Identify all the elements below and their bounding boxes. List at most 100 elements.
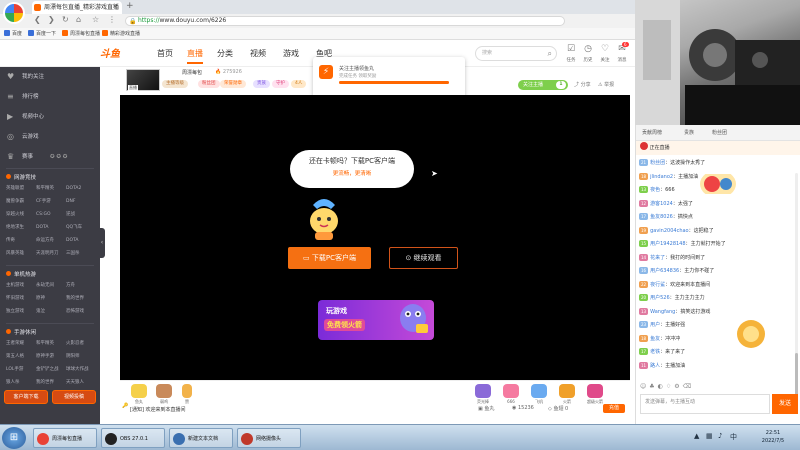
settings-icon[interactable]: ⚙ <box>674 383 682 390</box>
room-pill[interactable]: 守护 <box>272 80 289 88</box>
history-icon[interactable]: ◷ <box>581 44 595 54</box>
tab-fans[interactable]: 粉丝团 <box>712 129 727 136</box>
close-tab-icon[interactable]: × <box>112 2 118 10</box>
chat-message[interactable]: 17 老铁：来了来了 <box>639 348 770 356</box>
sidebar-game-link[interactable]: 鬼泣 <box>36 306 66 317</box>
sidebar-game-link[interactable]: 命运方舟 <box>36 235 66 246</box>
sidebar-game-link[interactable]: 永劫无间 <box>36 280 66 291</box>
sidebar-game-link[interactable]: 我的世界 <box>36 377 66 388</box>
sidebar-game-link[interactable]: 第五人格 <box>6 351 36 362</box>
nav-live[interactable]: 直播 <box>187 48 203 64</box>
chat-message[interactable]: 21 粉丝团：这波操作太秀了 <box>639 159 770 167</box>
color-icon[interactable]: ◐ <box>658 383 666 390</box>
gift-item[interactable]: 弱鸡 <box>153 384 175 408</box>
report-button[interactable]: ⚠ 举报 <box>598 81 614 88</box>
bookmark-item[interactable]: 百度 <box>4 30 22 37</box>
tab-noble[interactable]: 贵族 <box>684 129 694 136</box>
back-icon[interactable]: ❮ <box>34 15 41 24</box>
sidebar-game-link[interactable]: 和平精英 <box>36 338 66 349</box>
address-bar[interactable]: 🔒 https://www.douyu.com/6226 <box>125 16 565 26</box>
sidebar-game-link[interactable]: 和平精英 <box>36 183 66 194</box>
taskbar-item[interactable]: 周漂每包直播 <box>33 428 97 448</box>
sidebar-game-link[interactable]: DOTA <box>66 235 96 246</box>
tab-weekly-rank[interactable]: 贡献周榜 <box>642 129 662 136</box>
game-promo-banner[interactable]: 玩游戏 免费领火箭 <box>318 300 434 340</box>
more-icon[interactable]: ⋮ <box>108 15 116 24</box>
room-pill[interactable]: 贵族 <box>253 80 270 88</box>
sidebar-game-link[interactable]: 恐怖游戏 <box>66 306 96 317</box>
gift-item[interactable]: 赞 <box>176 384 198 408</box>
search-icon[interactable]: ⌕ <box>548 47 552 60</box>
sidebar-game-link[interactable]: 王者荣耀 <box>6 338 36 349</box>
sidebar-game-link[interactable]: 火影忍者 <box>66 338 96 349</box>
sidebar-game-link[interactable]: 阴阳师 <box>66 351 96 362</box>
browser-logo-icon[interactable] <box>3 2 25 24</box>
sidebar-game-link[interactable]: QQ飞车 <box>66 222 96 233</box>
sidebar-game-link[interactable]: 原神 <box>36 293 66 304</box>
gift-item[interactable]: 鱼丸 <box>128 384 150 408</box>
chat-message[interactable]: 14 花来了：我打的时间到了 <box>639 253 770 262</box>
sidebar-game-link[interactable]: 主机游戏 <box>6 280 36 291</box>
sidebar-game-link[interactable]: CS:GO <box>36 209 66 220</box>
chat-message[interactable]: 11 路人：主播加油 <box>639 361 770 370</box>
sidebar-section-single[interactable]: 单机热游 <box>6 270 36 278</box>
sidebar-section-online[interactable]: 网游竞技 <box>6 173 36 181</box>
chat-nickname[interactable]: 用户 <box>650 322 660 328</box>
chat-nickname[interactable]: 粉丝团 <box>650 160 665 166</box>
sidebar-item-cloudgame[interactable]: ◎ 云游戏 <box>0 129 100 145</box>
sidebar-game-link[interactable]: 球球大作战 <box>66 364 96 375</box>
chat-nickname[interactable]: 夜行鲨 <box>650 282 665 288</box>
chat-message[interactable]: 13 Wangfang：搞笑这打游戏 <box>639 307 770 316</box>
chat-nickname[interactable]: 路人 <box>650 363 660 369</box>
sidebar-game-link[interactable]: 传奇 <box>6 235 36 246</box>
system-clock[interactable]: 22:51 2022/7/5 <box>748 429 798 445</box>
sidebar-game-link[interactable]: 穿越火线 <box>6 209 36 220</box>
task-icon[interactable]: ☑ <box>564 44 578 54</box>
room-pill[interactable]: 荣誉勋章 <box>220 80 246 88</box>
home-icon[interactable]: ⌂ <box>76 15 81 24</box>
chat-nickname[interactable]: jlindano2 <box>650 174 673 180</box>
chat-nickname[interactable]: gavin2004chao <box>650 228 689 234</box>
chat-message[interactable]: 22 夜行鲨：欢迎来到本直播间 <box>639 280 770 289</box>
room-pill[interactable]: 主播等级 <box>162 80 188 88</box>
continue-watching-button[interactable]: ⊙ 继续观看 <box>389 247 458 269</box>
recharge-button[interactable]: 充值 <box>603 404 625 413</box>
share-button[interactable]: ⤴ 分享 <box>574 81 591 88</box>
bookmark-item[interactable]: 周漂每包直播 <box>62 30 100 37</box>
chat-nickname[interactable]: 鱼友 <box>650 336 660 342</box>
chat-nickname[interactable]: 用户526 <box>650 295 670 301</box>
sidebar-game-link[interactable]: 狼人杀 <box>6 377 36 388</box>
sidebar-game-link[interactable]: 独立游戏 <box>6 306 36 317</box>
clear-icon[interactable]: ⌫ <box>683 383 694 390</box>
backpack-button[interactable]: ▣ 鱼丸 <box>478 405 494 412</box>
sidebar-item-esports[interactable]: ♛ 赛事 ✪ ✪ ✪ <box>0 149 100 165</box>
chat-nickname[interactable]: 游客1024 <box>650 201 673 207</box>
sidebar-game-link[interactable]: 英雄联盟 <box>6 183 36 194</box>
bookmark-star-icon[interactable]: ☆ <box>92 15 99 24</box>
emoji-icon[interactable]: ☺ <box>640 383 649 390</box>
sidebar-game-link[interactable]: DOTA2 <box>66 183 96 194</box>
chat-message[interactable]: 20 用户526：主力主力主力 <box>639 294 770 302</box>
chat-nickname[interactable]: 用户634836 <box>650 268 679 274</box>
network-icon[interactable]: ▦ <box>706 432 713 440</box>
client-download-button[interactable]: 客户端下载 <box>4 390 48 404</box>
sidebar-item-video[interactable]: ▶ 视频中心 <box>0 109 100 125</box>
sidebar-game-link[interactable]: 方舟 <box>66 280 96 291</box>
nav-category[interactable]: 分类 <box>217 48 233 59</box>
sidebar-section-mobile[interactable]: 手游休闲 <box>6 328 36 336</box>
sidebar-game-link[interactable]: CF手游 <box>36 196 66 207</box>
sidebar-game-link[interactable]: 天天狼人 <box>66 377 96 388</box>
sidebar-game-link[interactable]: 绝地求生 <box>6 222 36 233</box>
fans-badge-icon[interactable]: ♣ <box>649 383 657 390</box>
chat-nickname[interactable]: 花来了 <box>650 255 665 261</box>
taskbar-item[interactable]: 网络摄像头 <box>237 428 301 448</box>
sidebar-game-link[interactable]: 逆战 <box>66 209 96 220</box>
sidebar-game-link[interactable]: 风暴英雄 <box>6 248 36 259</box>
follow-task-card[interactable]: ⚡ 关注主播领鱼丸 完成任务 领取奖励 <box>313 57 465 98</box>
sidebar-item-follow[interactable]: ♥ 我的关注 <box>0 69 100 85</box>
sidebar-game-link[interactable]: 我的世界 <box>66 293 96 304</box>
sidebar-game-link[interactable]: LOL手游 <box>6 364 36 375</box>
chat-scrollbar[interactable] <box>795 173 798 403</box>
anchor-name[interactable]: 周漂每包 <box>182 69 202 76</box>
chat-message[interactable]: 19 gavin2004chao：这把稳了 <box>639 226 770 235</box>
